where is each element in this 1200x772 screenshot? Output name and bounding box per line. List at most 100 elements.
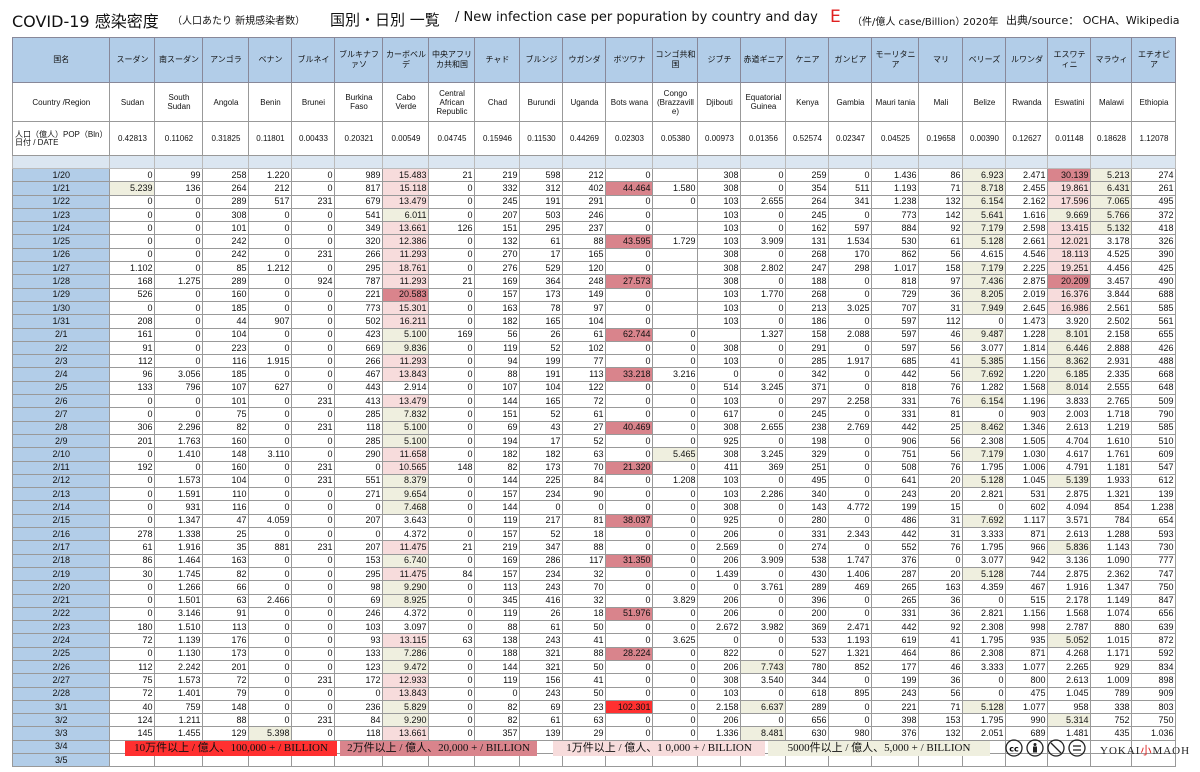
table-row: 2/14 0 931 116 0 0 0 7.468 0 144 0 0 0 0 308 0 143 4.772 1… <box>11 500 1177 515</box>
date-label: 日付 / DATE <box>15 137 59 147</box>
value-cell: 488 <box>1131 354 1177 369</box>
value-cell: 3.909 <box>740 553 787 568</box>
table-row: 2/5 133 796 107 627 0 443 2.914 0 107 104 122 0 0 514 3… <box>11 380 1177 396</box>
value-cell: 617 <box>697 407 742 422</box>
value-cell: 151 <box>474 221 521 236</box>
creative-commons-icon: cc <box>1005 739 1086 757</box>
value-cell: 344 <box>785 673 830 688</box>
value-cell: 3.457 <box>1090 274 1133 289</box>
value-cell: 729 <box>871 287 920 302</box>
value-cell: 331 <box>871 407 920 422</box>
value-cell: 1.729 <box>652 234 699 249</box>
value-cell: 0 <box>605 593 654 608</box>
spacer-cell <box>11 155 111 169</box>
value-cell: 668 <box>1131 367 1177 382</box>
value-cell: 7.065 <box>1090 194 1133 209</box>
value-cell: 61 <box>918 234 964 249</box>
value-cell: 191 <box>519 367 564 382</box>
value-cell: 9.290 <box>382 713 430 728</box>
value-cell: 0 <box>605 354 654 369</box>
population-value: 0.52574 <box>785 121 830 156</box>
value-cell: 0 <box>109 487 156 502</box>
value-cell: 56 <box>918 447 964 462</box>
row-date: 1/22 <box>11 194 111 209</box>
value-cell: 185 <box>202 300 250 316</box>
value-cell: 0 <box>962 314 1007 329</box>
country-name-jp: ガンビア <box>828 37 873 83</box>
row-date: 2/13 <box>11 487 111 502</box>
country-name-en: Central African Republic <box>428 82 476 122</box>
value-cell: 871 <box>1005 646 1049 661</box>
value-cell <box>652 247 699 263</box>
value-cell: 259 <box>785 167 830 183</box>
country-name-en: Rwanda <box>1005 82 1049 122</box>
value-cell: 413 <box>334 394 384 409</box>
value-cell: 308 <box>697 340 742 356</box>
value-cell: 925 <box>697 433 742 449</box>
value-cell: 331 <box>871 394 920 409</box>
page-title-en: / New infection case per popuration by c… <box>455 10 818 25</box>
value-cell: 77 <box>562 354 607 369</box>
value-cell: 119 <box>474 673 521 688</box>
corner-jp-label: 国名 <box>11 37 111 83</box>
table-row: 2/15 0 1.347 47 4.059 0 207 3.643 0 119 217 81 38.03… <box>11 513 1177 529</box>
value-cell: 0 <box>154 247 204 263</box>
value-cell: 85 <box>202 261 250 276</box>
row-date: 2/5 <box>11 380 111 396</box>
value-cell: 15.118 <box>382 181 430 196</box>
value-cell: 2.455 <box>1005 181 1049 196</box>
spacer-cell <box>562 155 607 169</box>
table-row: 2/17 61 1.916 35 881 231 207 11.475 21 219 347 88 0 0… <box>11 540 1177 555</box>
value-cell: 1.916 <box>1047 580 1092 595</box>
value-cell: 435 <box>1090 726 1133 741</box>
value-cell: 29 <box>562 726 607 741</box>
spacer-cell <box>248 155 293 169</box>
value-cell: 112 <box>109 659 156 675</box>
value-cell: 0 <box>154 194 204 209</box>
row-date: 2/9 <box>11 433 111 449</box>
value-cell: 5.132 <box>1090 221 1133 236</box>
value-cell: 898 <box>1131 673 1177 688</box>
value-cell: 321 <box>519 659 564 675</box>
value-cell: 0 <box>428 380 476 396</box>
value-cell: 76 <box>918 380 964 396</box>
value-cell <box>697 327 742 342</box>
table-row: 1/28 168 1.275 289 0 924 787 11.293 21 169 364 248 2… <box>11 274 1177 289</box>
value-cell: 989 <box>334 167 384 183</box>
value-cell: 231 <box>291 673 336 688</box>
value-cell: 0 <box>109 606 156 622</box>
value-cell: 418 <box>1131 221 1177 236</box>
value-cell: 906 <box>871 433 920 449</box>
value-cell: 234 <box>519 566 564 582</box>
value-cell: 0 <box>248 566 293 582</box>
row-date: 3/5 <box>11 753 111 768</box>
value-cell: 231 <box>291 540 336 555</box>
year-label: 2020年 <box>963 17 999 28</box>
value-cell: 345 <box>474 593 521 608</box>
value-cell: 213 <box>785 300 830 316</box>
spacer-cell <box>428 155 476 169</box>
population-value: 0.00973 <box>697 121 742 156</box>
value-cell: 2.765 <box>1090 394 1133 409</box>
value-cell: 442 <box>871 620 920 635</box>
value-cell: 289 <box>785 580 830 595</box>
value-cell: 0 <box>248 473 293 489</box>
country-name-jp: マリ <box>918 37 964 83</box>
value-cell: 376 <box>871 726 920 741</box>
value-cell: 86 <box>109 553 156 568</box>
value-cell: 245 <box>785 207 830 223</box>
value-cell: 5.385 <box>962 354 1007 369</box>
value-cell: 0 <box>291 221 336 236</box>
value-cell: 9.290 <box>382 580 430 595</box>
value-cell: 13.479 <box>382 394 430 409</box>
value-cell: 852 <box>828 659 873 675</box>
value-cell: 0 <box>109 300 156 316</box>
value-cell: 15 <box>918 500 964 515</box>
value-cell: 0 <box>109 247 156 263</box>
table-row: 1/26 0 0 242 0 231 266 11.293 0 270 17 165 0 308 0 268 1… <box>11 247 1177 263</box>
value-cell: 15.301 <box>382 300 430 316</box>
value-cell: 17 <box>519 247 564 263</box>
value-cell: 71 <box>918 181 964 196</box>
value-cell: 0 <box>291 646 336 661</box>
value-cell: 656 <box>1131 606 1177 622</box>
